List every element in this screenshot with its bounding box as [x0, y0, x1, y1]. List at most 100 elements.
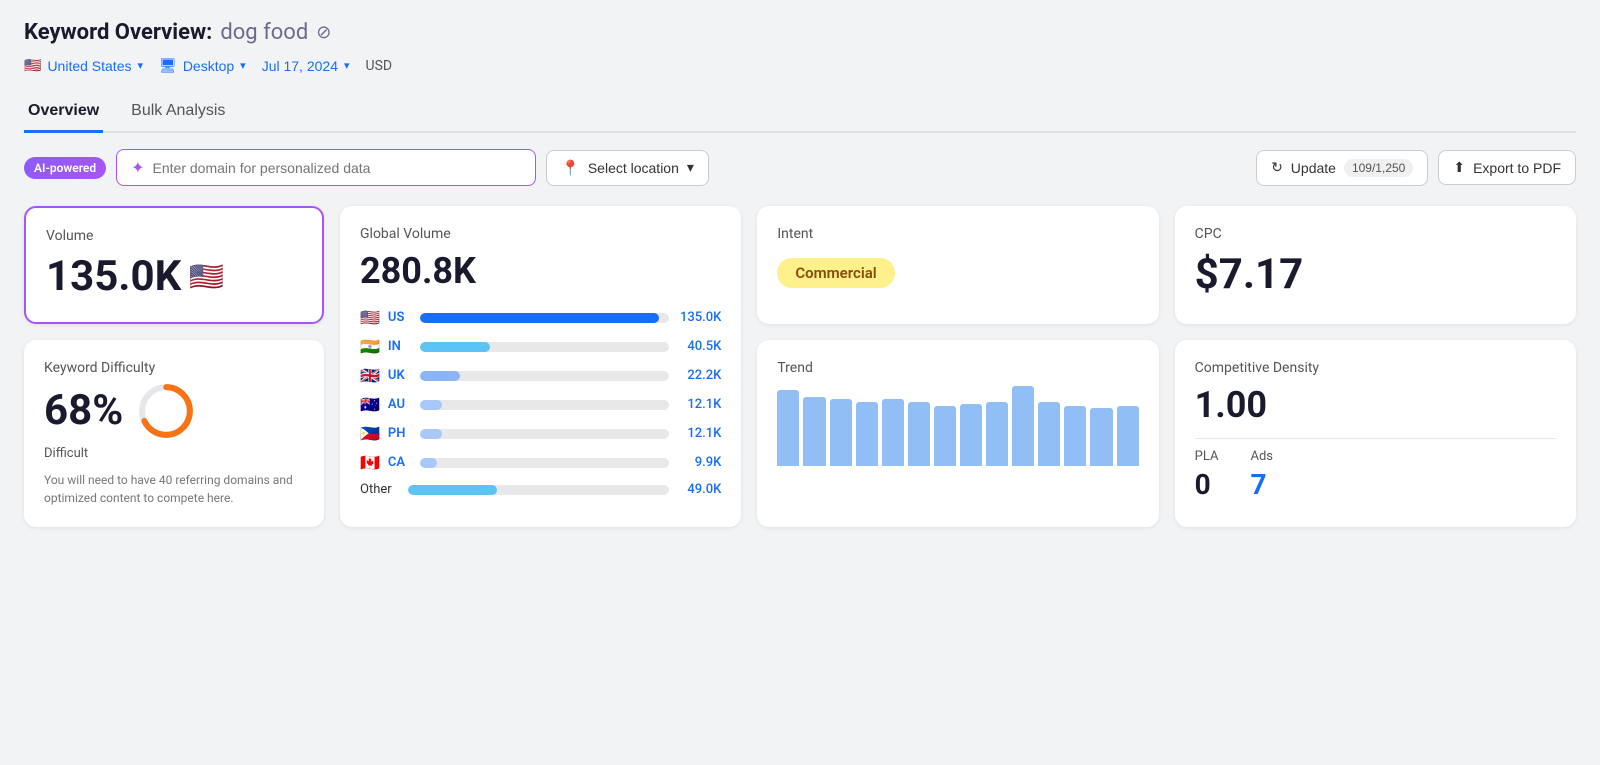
trend-bar	[1064, 406, 1086, 466]
ads-column: Ads 7	[1250, 449, 1273, 501]
update-button[interactable]: ↻ Update 109/1,250	[1256, 150, 1428, 186]
date-label: Jul 17, 2024	[262, 58, 338, 74]
country-value: 49.0K	[677, 482, 721, 497]
bar-bg	[420, 313, 669, 323]
date-filter-button[interactable]: Jul 17, 2024 ▾	[262, 58, 350, 74]
bar-bg	[408, 485, 669, 495]
pla-value: 0	[1195, 468, 1219, 501]
tab-bulk-analysis[interactable]: Bulk Analysis	[127, 92, 229, 133]
country-code: PH	[388, 426, 412, 441]
global-volume-value: 280.8K	[360, 250, 721, 292]
verified-icon: ⊘	[316, 22, 331, 43]
tabs-bar: Overview Bulk Analysis	[24, 92, 1576, 133]
bar-fill	[408, 485, 497, 495]
bar-fill	[420, 400, 442, 410]
pla-label: PLA	[1195, 449, 1219, 464]
bar-bg	[420, 342, 669, 352]
device-label: Desktop	[183, 58, 234, 74]
ai-badge: AI-powered	[24, 157, 106, 179]
export-button[interactable]: ⬆ Export to PDF	[1438, 150, 1576, 185]
location-filter-button[interactable]: 🇺🇸 United States ▾	[24, 57, 143, 74]
volume-card: Volume 135.0K 🇺🇸	[24, 206, 324, 324]
trend-bar	[908, 402, 930, 466]
update-counter: 109/1,250	[1344, 159, 1413, 177]
bar-fill	[420, 429, 442, 439]
location-label: United States	[47, 58, 131, 74]
ads-value: 7	[1250, 468, 1273, 501]
country-rows-container: 🇺🇸 US 135.0K 🇮🇳 IN 40.5K 🇬🇧 UK	[360, 308, 721, 497]
filter-bar: 🇺🇸 United States ▾ 🖥 Desktop ▾ Jul 17, 2…	[24, 57, 1576, 74]
country-code: UK	[388, 368, 412, 383]
global-volume-card: Global Volume 280.8K 🇺🇸 US 135.0K 🇮🇳 IN …	[340, 206, 741, 527]
country-row: 🇬🇧 UK 22.2K	[360, 366, 721, 385]
domain-input[interactable]	[153, 160, 522, 176]
country-code: CA	[388, 455, 412, 470]
trend-bar	[934, 406, 956, 466]
export-label: Export to PDF	[1473, 160, 1561, 176]
bar-bg	[420, 371, 669, 381]
divider-1	[1195, 438, 1556, 439]
tab-overview[interactable]: Overview	[24, 92, 103, 133]
other-label: Other	[360, 482, 400, 497]
trend-bar	[803, 397, 825, 466]
country-flag: 🇺🇸	[360, 308, 380, 327]
volume-flag: 🇺🇸	[189, 260, 224, 293]
country-code: US	[388, 310, 412, 325]
keyword-difficulty-card: Keyword Difficulty 68% Difficult You wil…	[24, 340, 324, 528]
trend-bar	[986, 402, 1008, 466]
kd-label: Keyword Difficulty	[44, 360, 304, 376]
cpc-value: $7.17	[1195, 250, 1556, 299]
volume-number: 135.0K	[46, 252, 181, 301]
device-filter-button[interactable]: 🖥 Desktop ▾	[159, 57, 246, 74]
location-chevron-icon: ▾	[138, 59, 144, 72]
bar-bg	[420, 429, 669, 439]
location-pin-icon: 📍	[561, 159, 580, 177]
date-chevron-icon: ▾	[344, 59, 350, 72]
country-value: 12.1K	[677, 397, 721, 412]
trend-label: Trend	[777, 360, 1138, 376]
trend-bar	[1117, 406, 1139, 466]
country-row: 🇮🇳 IN 40.5K	[360, 337, 721, 356]
trend-chart	[777, 386, 1138, 466]
kd-description: You will need to have 40 referring domai…	[44, 471, 304, 507]
trend-bar	[856, 402, 878, 466]
ads-label: Ads	[1250, 449, 1273, 464]
country-value: 135.0K	[677, 310, 721, 325]
volume-card-label: Volume	[46, 228, 302, 244]
ai-search-row: AI-powered ✦ 📍 Select location ▾ ↻ Updat…	[24, 149, 1576, 186]
domain-input-wrapper[interactable]: ✦	[116, 149, 536, 186]
trend-bar	[1090, 408, 1112, 466]
device-chevron-icon: ▾	[240, 59, 246, 72]
intent-label: Intent	[777, 226, 1138, 242]
page-header: Keyword Overview: dog food ⊘	[24, 20, 1576, 45]
location-flag: 🇺🇸	[24, 57, 41, 74]
kd-value: 68%	[44, 386, 123, 435]
pla-column: PLA 0	[1195, 449, 1219, 501]
update-label: Update	[1291, 160, 1336, 176]
kd-sub-label: Difficult	[44, 446, 304, 461]
page-title-prefix: Keyword Overview:	[24, 20, 212, 45]
cards-grid: Volume 135.0K 🇺🇸 Global Volume 280.8K 🇺🇸…	[24, 206, 1576, 527]
country-flag: 🇮🇳	[360, 337, 380, 356]
intent-card: Intent Commercial	[757, 206, 1158, 324]
country-row: Other 49.0K	[360, 482, 721, 497]
kd-value-row: 68%	[44, 384, 304, 438]
competitive-density-card: Competitive Density 1.00 PLA 0 Ads 7	[1175, 340, 1576, 528]
bar-bg	[420, 400, 669, 410]
cpc-card: CPC $7.17	[1175, 206, 1576, 324]
sparkle-icon: ✦	[131, 158, 144, 177]
comp-density-label: Competitive Density	[1195, 360, 1556, 376]
bar-fill	[420, 458, 437, 468]
country-flag: 🇬🇧	[360, 366, 380, 385]
location-select-button[interactable]: 📍 Select location ▾	[546, 150, 709, 186]
volume-value: 135.0K 🇺🇸	[46, 252, 302, 301]
country-value: 12.1K	[677, 426, 721, 441]
page-title-keyword: dog food	[220, 20, 308, 45]
country-flag: 🇦🇺	[360, 395, 380, 414]
location-select-chevron-icon: ▾	[687, 159, 694, 176]
kd-donut-chart	[139, 384, 193, 438]
pla-ads-row: PLA 0 Ads 7	[1195, 449, 1556, 501]
cpc-label: CPC	[1195, 226, 1556, 242]
country-flag: 🇨🇦	[360, 453, 380, 472]
country-value: 40.5K	[677, 339, 721, 354]
